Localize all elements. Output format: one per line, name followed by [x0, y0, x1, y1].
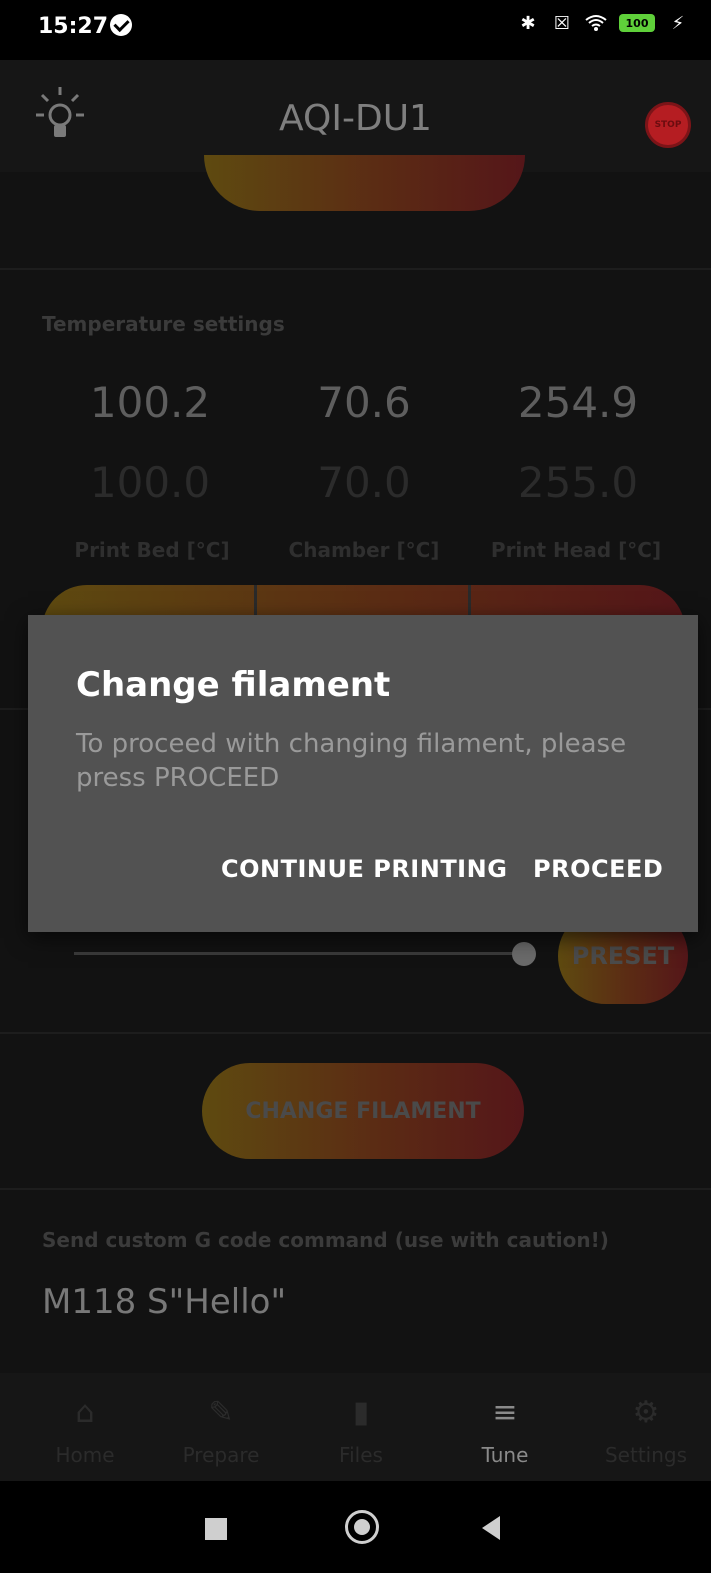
flow-slider-thumb[interactable] — [512, 942, 536, 966]
nav-label: Files — [339, 1443, 383, 1467]
status-icons: ✱ ☒ 100 ⚡ — [517, 12, 689, 34]
pencil-icon: ✎ — [208, 1395, 234, 1430]
back-icon[interactable] — [482, 1516, 500, 1540]
screen: 15:27 ✱ ☒ 100 ⚡ AQI-DU1 STOP Temperature… — [0, 0, 711, 1573]
bottom-nav: ⌂ Home ✎ Prepare ▮ Files ≡ Tune ⚙ Settin… — [0, 1373, 711, 1481]
nav-label: Settings — [604, 1443, 688, 1467]
top-action-button[interactable] — [204, 155, 525, 211]
home-button-icon[interactable] — [345, 1510, 379, 1544]
bluetooth-icon: ✱ — [520, 12, 536, 34]
check-circle-icon — [110, 14, 132, 36]
print-head-current-temp: 254.9 — [517, 378, 639, 427]
nav-label: Home — [55, 1443, 115, 1467]
change-filament-dialog: Change filament To proceed with changing… — [28, 615, 698, 932]
print-bed-current-temp: 100.2 — [89, 378, 211, 427]
continue-printing-button[interactable]: CONTINUE PRINTING — [221, 855, 507, 883]
nav-label: Tune — [481, 1443, 529, 1467]
dialog-title: Change filament — [76, 665, 391, 705]
recents-icon[interactable] — [205, 1518, 227, 1540]
wifi-icon — [585, 12, 607, 34]
nav-item-prepare[interactable]: ✎ Prepare — [150, 1373, 292, 1481]
nav-label: Prepare — [182, 1443, 260, 1467]
status-time: 15:27 — [38, 14, 109, 39]
nav-item-home[interactable]: ⌂ Home — [14, 1373, 156, 1481]
status-bar: 15:27 ✱ ☒ 100 ⚡ — [0, 0, 711, 60]
charging-icon: ⚡ — [671, 12, 685, 34]
gear-icon: ⚙ — [632, 1395, 660, 1430]
nav-item-settings[interactable]: ⚙ Settings — [575, 1373, 711, 1481]
change-filament-button[interactable]: CHANGE FILAMENT — [202, 1063, 524, 1159]
temperature-section-title: Temperature settings — [42, 312, 285, 336]
divider — [0, 268, 711, 270]
no-sim-icon: ☒ — [553, 12, 571, 34]
print-head-target-temp: 255.0 — [517, 458, 639, 507]
chamber-current-temp: 70.6 — [317, 378, 411, 427]
sd-card-icon: ▮ — [352, 1395, 370, 1430]
nav-item-files[interactable]: ▮ Files — [290, 1373, 432, 1481]
print-bed-target-temp: 100.0 — [89, 458, 211, 507]
nav-item-tune[interactable]: ≡ Tune — [434, 1373, 576, 1481]
print-head-label: Print Head [°C] — [490, 538, 662, 562]
print-bed-label: Print Bed [°C] — [74, 538, 230, 562]
home-icon: ⌂ — [75, 1395, 95, 1430]
app-title: AQI-DU1 — [279, 98, 432, 139]
flow-slider-track[interactable] — [74, 952, 524, 955]
proceed-button[interactable]: PROCEED — [533, 855, 663, 883]
emergency-stop-button[interactable]: STOP — [645, 102, 691, 148]
battery-icon: 100 — [619, 14, 655, 32]
dialog-message: To proceed with changing filament, pleas… — [76, 729, 627, 793]
gcode-section-title: Send custom G code command (use with cau… — [42, 1228, 609, 1252]
chamber-label: Chamber [°C] — [288, 538, 440, 562]
divider — [0, 1032, 711, 1034]
sliders-icon: ≡ — [492, 1395, 518, 1430]
chamber-target-temp: 70.0 — [317, 458, 411, 507]
gcode-input[interactable]: M118 S"Hello" — [42, 1282, 286, 1322]
divider — [0, 1188, 711, 1190]
